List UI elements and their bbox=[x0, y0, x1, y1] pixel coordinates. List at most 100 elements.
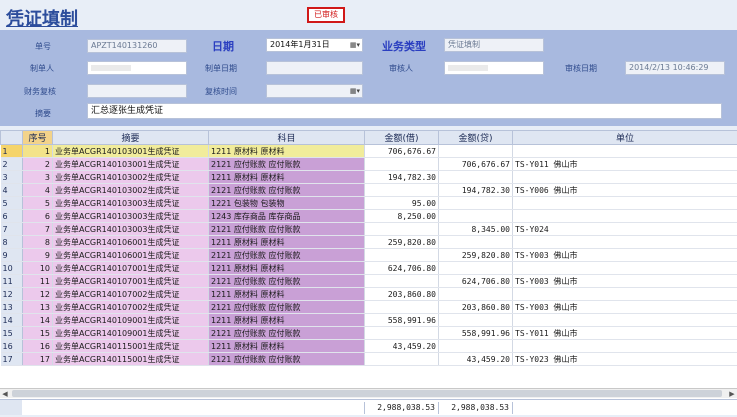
table-row[interactable]: 8 8 业务单ACGR140106001生成凭证 1211 原材料 原材料 259,82… bbox=[0, 235, 737, 249]
cell-desc[interactable]: 业务单ACGR140109001生成凭证 bbox=[52, 313, 209, 327]
cell-debit[interactable] bbox=[364, 274, 439, 288]
col-header-unit[interactable]: 单位 bbox=[512, 130, 737, 145]
cell-subject[interactable]: 2121 应付账款 应付账款 bbox=[208, 352, 365, 366]
cell-subject[interactable]: 2121 应付账款 应付账款 bbox=[208, 248, 365, 262]
cell-credit[interactable] bbox=[438, 144, 513, 158]
cell-desc[interactable]: 业务单ACGR140107002生成凭证 bbox=[52, 287, 209, 301]
cell-seq[interactable]: 5 bbox=[22, 196, 53, 210]
cell-subject[interactable]: 2121 应付账款 应付账款 bbox=[208, 274, 365, 288]
cell-seq[interactable]: 12 bbox=[22, 287, 53, 301]
cell-credit[interactable]: 8,345.00 bbox=[438, 222, 513, 236]
cell-seq[interactable]: 9 bbox=[22, 248, 53, 262]
cell-debit[interactable]: 259,820.80 bbox=[364, 235, 439, 249]
make-date-field[interactable] bbox=[266, 61, 363, 75]
cell-subject[interactable]: 1211 原材料 原材料 bbox=[208, 287, 365, 301]
cell-subject[interactable]: 1211 原材料 原材料 bbox=[208, 313, 365, 327]
cell-credit[interactable]: 194,782.30 bbox=[438, 183, 513, 197]
row-number[interactable]: 4 bbox=[0, 183, 23, 197]
table-row[interactable]: 11 11 业务单ACGR140107001生成凭证 2121 应付账款 应付账款 62… bbox=[0, 274, 737, 288]
summary-field[interactable]: 汇总逐张生成凭证 bbox=[87, 103, 722, 119]
calendar-dropdown-icon[interactable]: ▦▾ bbox=[349, 86, 361, 96]
row-number[interactable]: 5 bbox=[0, 196, 23, 210]
cell-desc[interactable]: 业务单ACGR140103003生成凭证 bbox=[52, 222, 209, 236]
row-number[interactable]: 14 bbox=[0, 313, 23, 327]
biz-type-field[interactable]: 凭证填制 bbox=[444, 38, 544, 52]
table-row[interactable]: 6 6 业务单ACGR140103003生成凭证 1243 库存商品 库存商品 8,25… bbox=[0, 209, 737, 223]
review-time-field[interactable]: ▦▾ bbox=[266, 84, 363, 98]
cell-unit[interactable]: TS-Y006 佛山市 bbox=[512, 183, 737, 197]
cell-credit[interactable] bbox=[438, 313, 513, 327]
cell-subject[interactable]: 1221 包装物 包装物 bbox=[208, 196, 365, 210]
scrollbar-thumb[interactable] bbox=[12, 390, 722, 397]
row-number[interactable]: 12 bbox=[0, 287, 23, 301]
cell-subject[interactable]: 1211 原材料 原材料 bbox=[208, 144, 365, 158]
cell-subject[interactable]: 1243 库存商品 库存商品 bbox=[208, 209, 365, 223]
cell-seq[interactable]: 13 bbox=[22, 300, 53, 314]
cell-subject[interactable]: 1211 原材料 原材料 bbox=[208, 261, 365, 275]
col-header-desc[interactable]: 摘要 bbox=[52, 130, 209, 145]
cell-seq[interactable]: 1 bbox=[22, 144, 53, 158]
cell-unit[interactable] bbox=[512, 261, 737, 275]
cell-desc[interactable]: 业务单ACGR140103001生成凭证 bbox=[52, 144, 209, 158]
table-row[interactable]: 12 12 业务单ACGR140107002生成凭证 1211 原材料 原材料 203,… bbox=[0, 287, 737, 301]
row-header-corner[interactable] bbox=[0, 130, 23, 145]
cell-debit[interactable]: 43,459.20 bbox=[364, 339, 439, 353]
table-row[interactable]: 9 9 业务单ACGR140106001生成凭证 2121 应付账款 应付账款 259,… bbox=[0, 248, 737, 262]
cell-credit[interactable]: 259,820.80 bbox=[438, 248, 513, 262]
cell-seq[interactable]: 6 bbox=[22, 209, 53, 223]
col-header-subject[interactable]: 科目 bbox=[208, 130, 365, 145]
col-header-seq[interactable]: 序号 bbox=[22, 130, 53, 145]
cell-credit[interactable]: 43,459.20 bbox=[438, 352, 513, 366]
cell-subject[interactable]: 1211 原材料 原材料 bbox=[208, 339, 365, 353]
cell-debit[interactable]: 558,991.96 bbox=[364, 313, 439, 327]
cell-debit[interactable]: 706,676.67 bbox=[364, 144, 439, 158]
cell-debit[interactable] bbox=[364, 352, 439, 366]
cell-unit[interactable]: TS-Y003 佛山市 bbox=[512, 300, 737, 314]
cell-debit[interactable]: 194,782.30 bbox=[364, 170, 439, 184]
cell-unit[interactable] bbox=[512, 144, 737, 158]
col-header-debit[interactable]: 金额(借) bbox=[364, 130, 439, 145]
row-number[interactable]: 15 bbox=[0, 326, 23, 340]
cell-desc[interactable]: 业务单ACGR140107001生成凭证 bbox=[52, 274, 209, 288]
cell-unit[interactable] bbox=[512, 235, 737, 249]
cell-desc[interactable]: 业务单ACGR140103003生成凭证 bbox=[52, 209, 209, 223]
row-number[interactable]: 7 bbox=[0, 222, 23, 236]
cell-seq[interactable]: 16 bbox=[22, 339, 53, 353]
cell-unit[interactable]: TS-Y003 佛山市 bbox=[512, 274, 737, 288]
cell-desc[interactable]: 业务单ACGR140115001生成凭证 bbox=[52, 352, 209, 366]
cell-credit[interactable] bbox=[438, 261, 513, 275]
table-row[interactable]: 17 17 业务单ACGR140115001生成凭证 2121 应付账款 应付账款 43… bbox=[0, 352, 737, 366]
table-row[interactable]: 2 2 业务单ACGR140103001生成凭证 2121 应付账款 应付账款 706,… bbox=[0, 157, 737, 171]
audit-date-field[interactable]: 2014/2/13 10:46:29 bbox=[625, 61, 725, 75]
row-number[interactable]: 10 bbox=[0, 261, 23, 275]
cell-subject[interactable]: 2121 应付账款 应付账款 bbox=[208, 222, 365, 236]
table-row[interactable]: 16 16 业务单ACGR140115001生成凭证 1211 原材料 原材料 43,4… bbox=[0, 339, 737, 353]
cell-seq[interactable]: 3 bbox=[22, 170, 53, 184]
cell-seq[interactable]: 2 bbox=[22, 157, 53, 171]
cell-subject[interactable]: 2121 应付账款 应付账款 bbox=[208, 157, 365, 171]
row-number[interactable]: 8 bbox=[0, 235, 23, 249]
cell-credit[interactable]: 558,991.96 bbox=[438, 326, 513, 340]
cell-credit[interactable] bbox=[438, 196, 513, 210]
row-number[interactable]: 17 bbox=[0, 352, 23, 366]
cell-subject[interactable]: 1211 原材料 原材料 bbox=[208, 235, 365, 249]
cell-desc[interactable]: 业务单ACGR140103002生成凭证 bbox=[52, 170, 209, 184]
cell-subject[interactable]: 2121 应付账款 应付账款 bbox=[208, 300, 365, 314]
cell-debit[interactable] bbox=[364, 326, 439, 340]
table-row[interactable]: 7 7 业务单ACGR140103003生成凭证 2121 应付账款 应付账款 8,34… bbox=[0, 222, 737, 236]
table-row[interactable]: 4 4 业务单ACGR140103002生成凭证 2121 应付账款 应付账款 194,… bbox=[0, 183, 737, 197]
cell-desc[interactable]: 业务单ACGR140106001生成凭证 bbox=[52, 235, 209, 249]
table-row[interactable]: 10 10 业务单ACGR140107001生成凭证 1211 原材料 原材料 624,… bbox=[0, 261, 737, 275]
cell-desc[interactable]: 业务单ACGR140103001生成凭证 bbox=[52, 157, 209, 171]
cell-seq[interactable]: 8 bbox=[22, 235, 53, 249]
cell-seq[interactable]: 17 bbox=[22, 352, 53, 366]
cell-debit[interactable]: 95.00 bbox=[364, 196, 439, 210]
cell-desc[interactable]: 业务单ACGR140106001生成凭证 bbox=[52, 248, 209, 262]
auditor-field[interactable] bbox=[444, 61, 544, 75]
row-number[interactable]: 13 bbox=[0, 300, 23, 314]
cell-credit[interactable] bbox=[438, 170, 513, 184]
table-row[interactable]: 13 13 业务单ACGR140107002生成凭证 2121 应付账款 应付账款 20… bbox=[0, 300, 737, 314]
finance-review-field[interactable] bbox=[87, 84, 187, 98]
cell-debit[interactable] bbox=[364, 300, 439, 314]
cell-unit[interactable] bbox=[512, 170, 737, 184]
